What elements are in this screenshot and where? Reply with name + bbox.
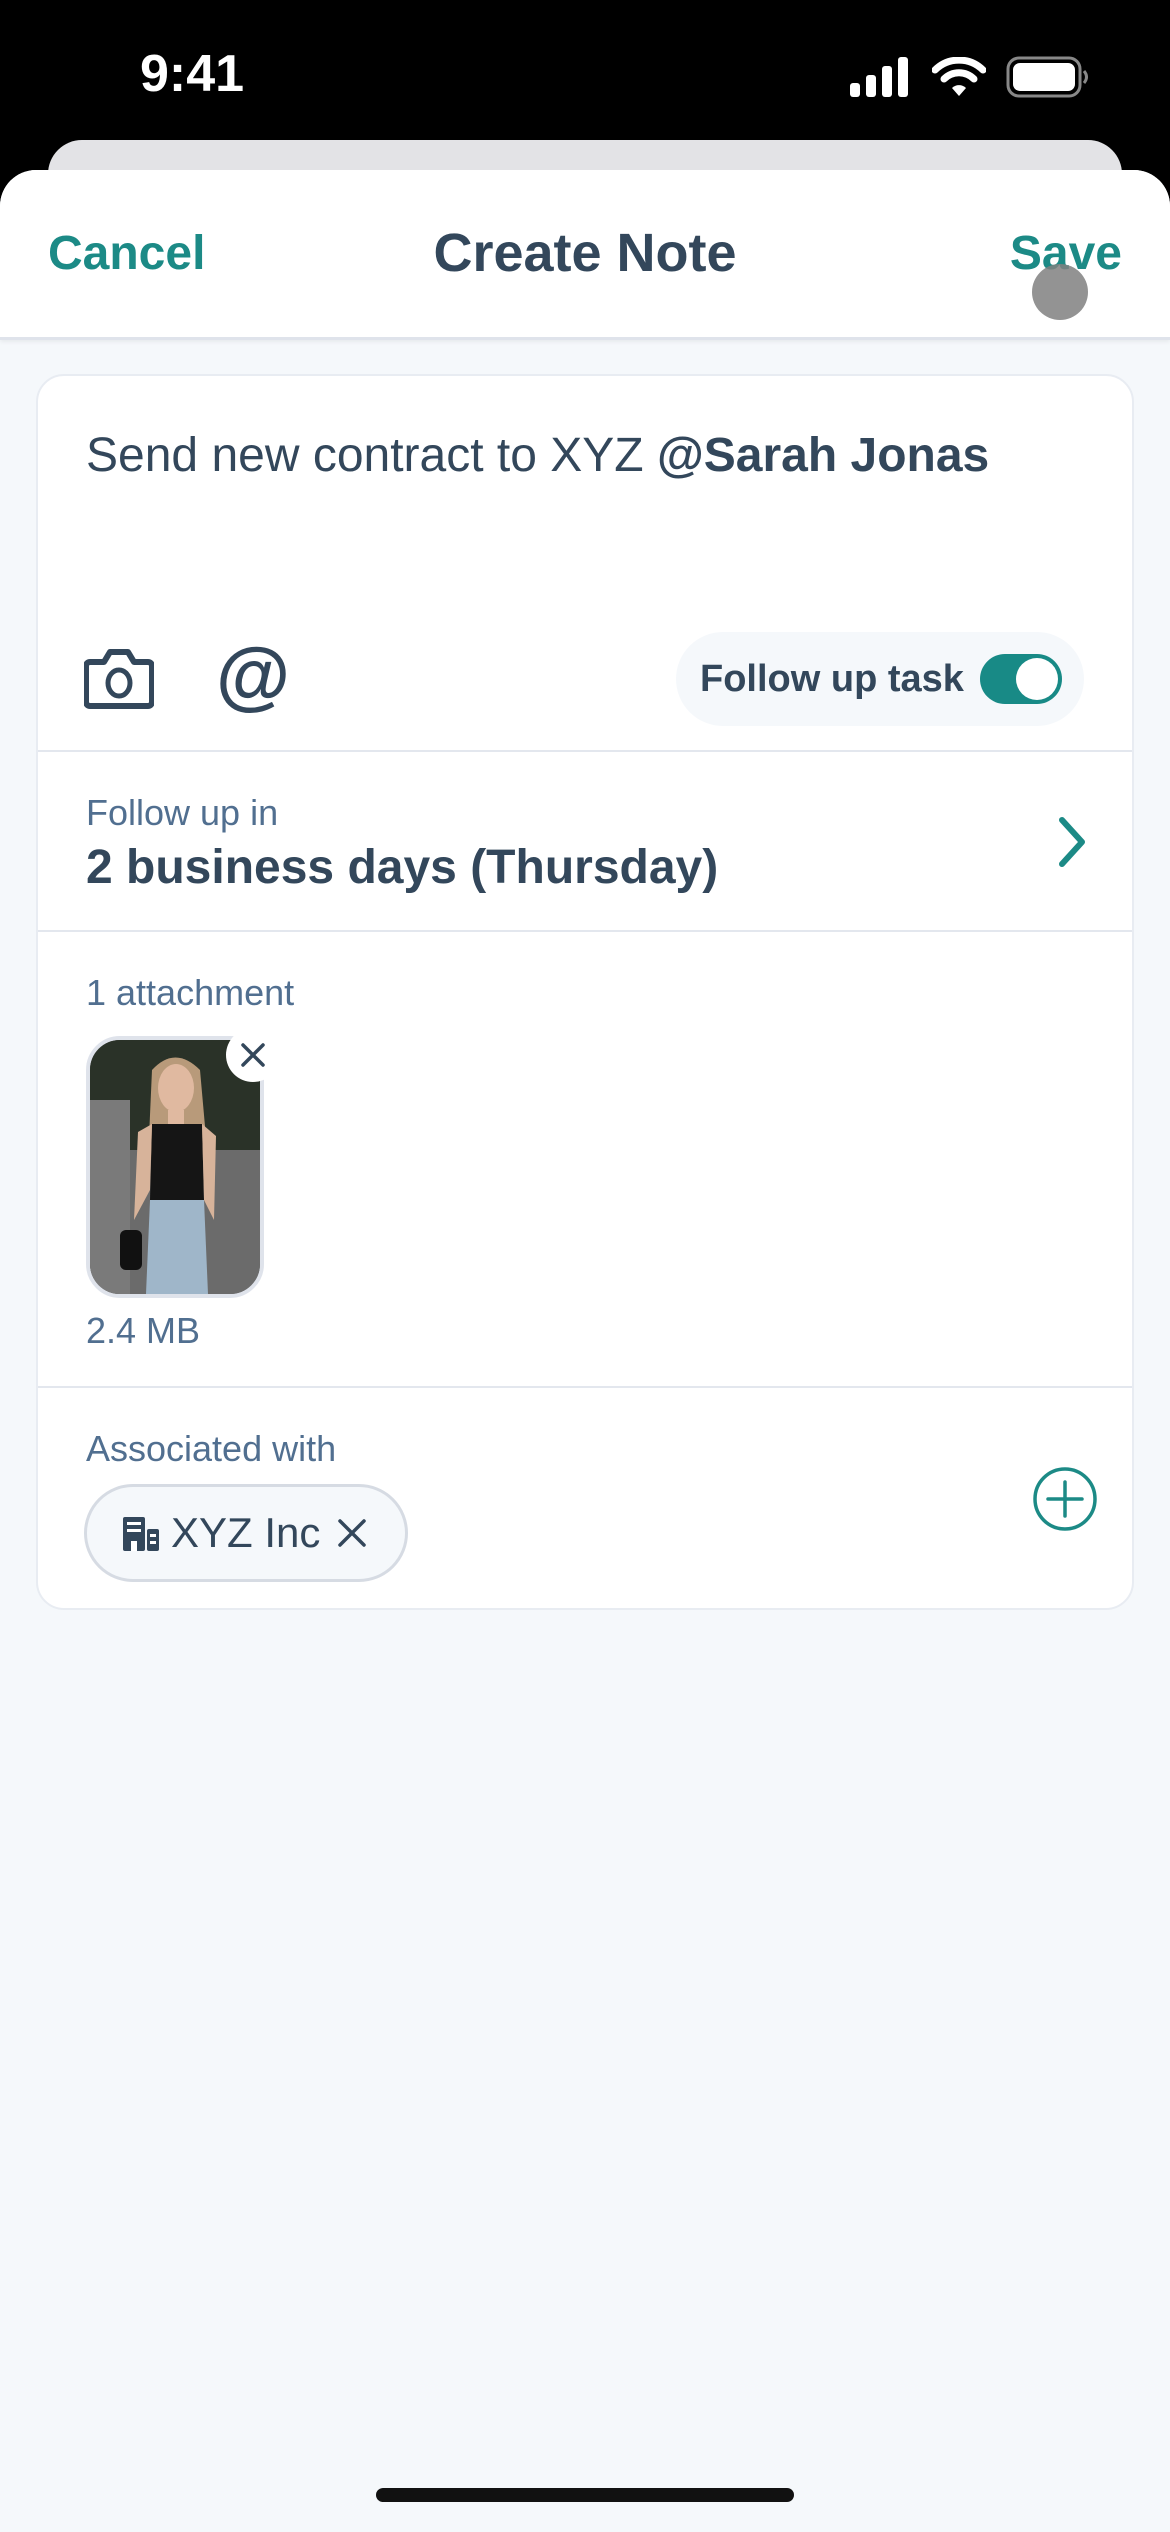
page-title: Create Note xyxy=(433,223,737,283)
follow-up-task-label: Follow up task xyxy=(700,657,964,700)
touch-indicator xyxy=(1032,264,1088,320)
add-association-button[interactable] xyxy=(1032,1466,1098,1532)
follow-up-task-control: Follow up task xyxy=(676,632,1084,726)
nav-bar: Cancel Create Note Save xyxy=(0,170,1170,340)
mention-tag: @Sarah Jonas xyxy=(656,429,990,482)
associations-section: Associated with XYZ Inc xyxy=(38,1388,1132,1608)
note-body-text: Send new contract to XYZ xyxy=(86,429,657,482)
attachments-caption: 1 attachment xyxy=(86,972,295,1013)
photo-image xyxy=(90,1040,260,1294)
follow-up-in-row[interactable]: Follow up in 2 business days (Thursday) xyxy=(38,752,1132,932)
status-time: 9:41 xyxy=(140,45,245,103)
status-icons xyxy=(850,56,1090,98)
status-bar: 9:41 xyxy=(0,0,1170,140)
toggle-knob xyxy=(1016,658,1058,700)
remove-attachment-button[interactable] xyxy=(226,1028,280,1082)
chevron-right-icon xyxy=(1059,817,1085,867)
attachments-section: 1 attachment 2.4 MB xyxy=(38,932,1132,1388)
wifi-icon xyxy=(932,57,986,96)
association-chip-label: XYZ Inc xyxy=(171,1509,321,1556)
building-icon xyxy=(123,1517,159,1551)
camera-icon[interactable] xyxy=(84,646,154,710)
home-indicator xyxy=(376,2488,794,2502)
follow-up-task-toggle[interactable] xyxy=(980,654,1062,704)
follow-up-caption: Follow up in xyxy=(86,792,279,833)
battery-icon xyxy=(1006,56,1088,98)
attachment-size: 2.4 MB xyxy=(86,1310,201,1351)
remove-association-button[interactable] xyxy=(336,1517,368,1549)
close-icon xyxy=(338,1519,367,1547)
association-chip[interactable]: XYZ Inc xyxy=(84,1484,408,1582)
follow-up-value: 2 business days (Thursday) xyxy=(86,841,719,894)
note-body-input[interactable]: Send new contract to XYZ @Sarah Jonas xyxy=(86,428,989,483)
note-editor[interactable]: Send new contract to XYZ @Sarah Jonas @ … xyxy=(38,376,1132,752)
close-icon xyxy=(241,1043,265,1067)
cellular-signal-icon xyxy=(850,57,908,97)
note-card: Send new contract to XYZ @Sarah Jonas @ … xyxy=(36,374,1134,1610)
associations-caption: Associated with xyxy=(86,1428,337,1469)
mention-button[interactable]: @ xyxy=(216,638,290,714)
create-note-sheet: Cancel Create Note Save Send new contrac… xyxy=(0,170,1170,2532)
